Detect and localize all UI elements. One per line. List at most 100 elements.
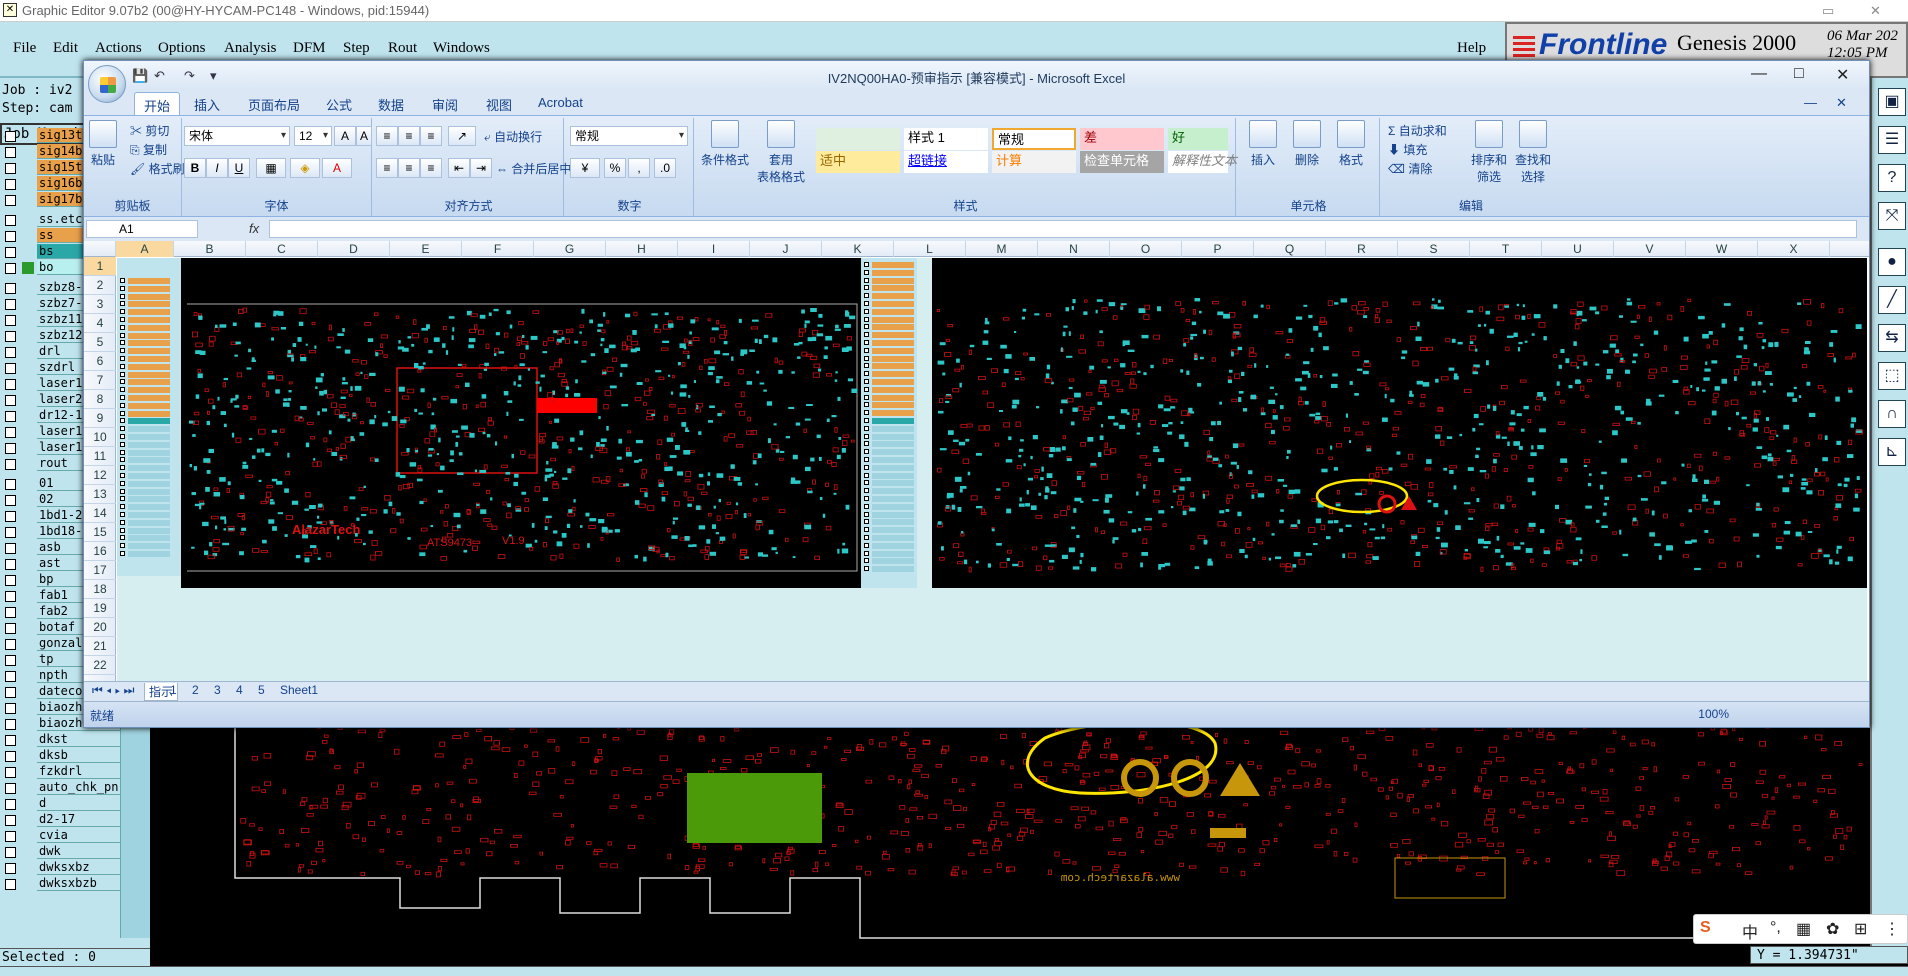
row-header[interactable]: 3 [84,295,116,314]
layer-checkbox[interactable] [5,831,16,842]
layer-checkbox[interactable] [5,179,16,190]
style-cell[interactable]: 计算 [992,151,1076,173]
zoom-level[interactable]: 100% [1698,707,1729,721]
row-header[interactable]: 17 [84,561,116,580]
currency-button[interactable]: ¥ [570,158,600,178]
menu-dfm[interactable]: DFM [293,40,326,57]
tab-formulas[interactable]: 公式 [326,95,352,114]
column-header[interactable]: R [1326,241,1398,257]
layer-row[interactable]: d2-17 [0,812,120,828]
menu-edit[interactable]: Edit [53,40,78,57]
layer-checkbox[interactable] [5,331,16,342]
grow-font-button[interactable]: A [334,126,356,146]
restore-icon[interactable]: ▭ [1822,0,1834,22]
row-header[interactable]: 2 [84,276,116,295]
column-header[interactable]: B [174,241,246,257]
maximize-icon[interactable]: □ [1794,65,1804,83]
ime-punct-icon[interactable]: °, [1770,919,1781,937]
menu-options[interactable]: Options [158,40,206,57]
select-icon[interactable]: ⬚ [1878,362,1906,390]
layer-checkbox[interactable] [5,395,16,406]
layer-checkbox[interactable] [5,671,16,682]
column-header[interactable]: M [966,241,1038,257]
layer-checkbox[interactable] [5,427,16,438]
sheet-tab[interactable]: 1 [166,683,181,697]
cut-button[interactable]: ✂ 剪切 [130,122,169,139]
wrap-text-button[interactable]: ⤶ 自动换行 [484,128,542,145]
fx-icon[interactable]: fx [249,221,259,236]
menu-analysis[interactable]: Analysis [224,40,277,57]
layer-checkbox[interactable] [5,247,16,258]
conditional-format-button[interactable]: 条件格式 [700,120,750,168]
layer-checkbox[interactable] [5,735,16,746]
row-header[interactable]: 5 [84,333,116,352]
row-header[interactable]: 18 [84,580,116,599]
insert-cells-button[interactable]: 插入 [1244,120,1282,168]
row-header[interactable]: 4 [84,314,116,333]
tab-review[interactable]: 审阅 [432,95,458,114]
ime-toolbar[interactable]: S 中 °, ▦ ✿ ⊞ ⋮ [1693,914,1908,944]
layer-checkbox[interactable] [5,363,16,374]
font-color-button[interactable]: A [322,158,352,178]
ime-mode[interactable]: 中 [1742,919,1758,943]
layer-checkbox[interactable] [5,815,16,826]
tab-home[interactable]: 开始 [134,92,181,116]
row-header[interactable]: 8 [84,390,116,409]
tab-data[interactable]: 数据 [378,95,404,114]
layer-row[interactable]: auto_chk_pn [0,780,120,796]
layer-checkbox[interactable] [5,687,16,698]
route-icon[interactable]: ⤧ [1878,202,1906,230]
style-cell[interactable]: 差 [1080,128,1164,150]
menu-file[interactable]: File [13,40,36,57]
layer-checkbox[interactable] [5,131,16,142]
layer-checkbox[interactable] [5,283,16,294]
column-header[interactable]: I [678,241,750,257]
layer-row[interactable]: dksb [0,748,120,764]
shrink-font-button[interactable]: A [356,126,372,146]
row-header[interactable]: 21 [84,637,116,656]
column-header[interactable]: E [390,241,462,257]
genesis-graphic-canvas[interactable]: www.alazartech.com [150,718,1870,948]
column-header[interactable]: G [534,241,606,257]
tab-nav-first-icon[interactable]: ⏮ ◂ ▸ ⏭ [88,683,138,698]
layer-row[interactable]: dkst [0,732,120,748]
style-cell[interactable] [816,128,900,150]
workbook-close-icon[interactable]: ✕ [1836,95,1847,111]
layer-checkbox[interactable] [5,703,16,714]
layer-checkbox[interactable] [5,379,16,390]
menu-rout[interactable]: Rout [388,40,417,57]
layer-checkbox[interactable] [5,231,16,242]
help-icon[interactable]: ? [1878,164,1906,192]
row-header[interactable]: 14 [84,504,116,523]
autosum-button[interactable]: Σ 自动求和 [1388,122,1447,139]
increase-indent-button[interactable]: ⇥ [470,158,492,178]
layer-checkbox[interactable] [5,863,16,874]
layer-checkbox[interactable] [5,299,16,310]
align-center-button[interactable]: ≡ [398,158,420,178]
layer-checkbox[interactable] [5,879,16,890]
clear-button[interactable]: ⌫ 清除 [1388,160,1432,177]
sheet-tab[interactable]: 5 [254,683,269,697]
menu-windows[interactable]: Windows [433,40,490,57]
layer-name[interactable]: d [37,796,120,811]
layer-checkbox[interactable] [5,655,16,666]
layer-checkbox[interactable] [5,575,16,586]
ime-keyboard-icon[interactable]: ▦ [1796,919,1811,939]
border-button[interactable]: ▦ [256,158,286,178]
layer-checkbox[interactable] [5,195,16,206]
layer-checkbox[interactable] [5,459,16,470]
ime-more-icon[interactable]: ⋮ [1884,919,1900,939]
layer-name[interactable]: dwksxbz [37,860,120,875]
layer-name[interactable]: cvia [37,828,120,843]
column-header[interactable]: H [606,241,678,257]
style-cell[interactable]: 解释性文本 [1168,151,1237,173]
ime-tools-icon[interactable]: ⊞ [1854,919,1867,939]
column-header[interactable]: W [1686,241,1758,257]
column-header[interactable]: P [1182,241,1254,257]
layer-checkbox[interactable] [5,443,16,454]
decrease-indent-button[interactable]: ⇤ [448,158,470,178]
layer-name[interactable]: d2-17 [37,812,120,827]
find-select-button[interactable]: 查找和 选择 [1512,120,1554,185]
underline-button[interactable]: U [228,158,250,178]
window-tile-icon[interactable]: ▣ [1878,88,1906,116]
